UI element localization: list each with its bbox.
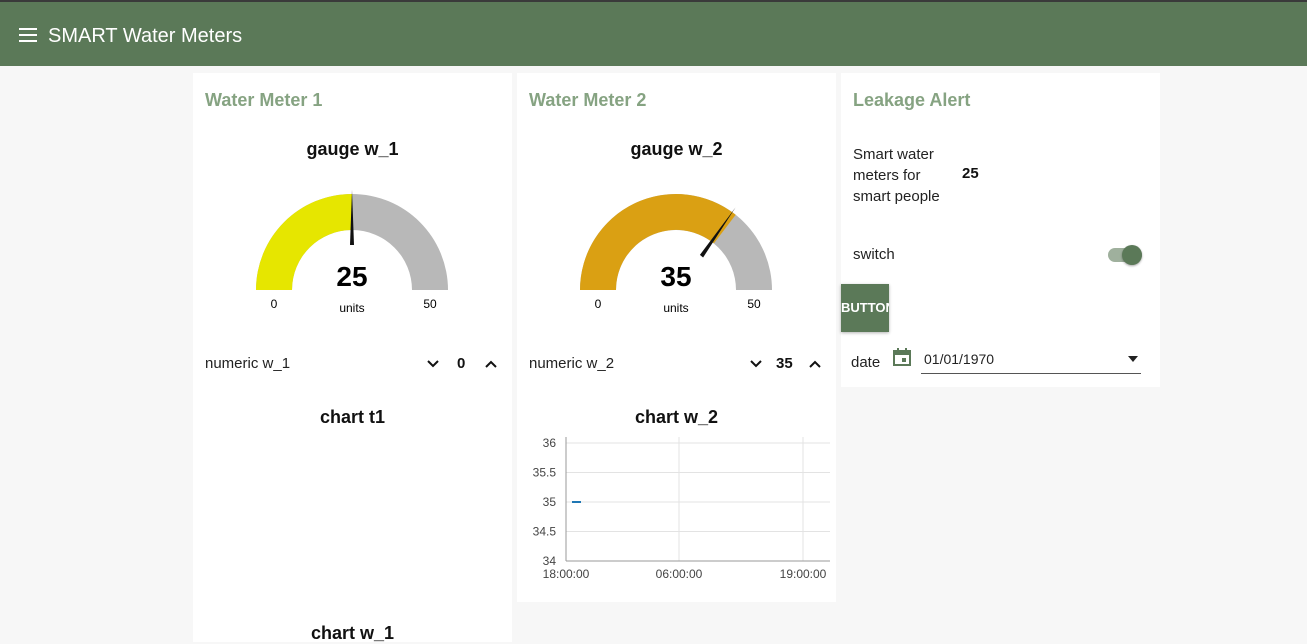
app-header: SMART Water Meters: [0, 0, 1307, 66]
date-input[interactable]: 01/01/1970: [921, 347, 1141, 374]
numeric-label: numeric w_1: [205, 355, 291, 372]
gauge-w1: 25 units 0 50: [256, 190, 448, 315]
button-label: BUTTON: [841, 300, 889, 315]
chevron-down-icon[interactable]: [749, 357, 763, 371]
switch-toggle[interactable]: [1108, 245, 1142, 265]
menu-icon[interactable]: [19, 28, 37, 42]
chevron-down-icon[interactable]: [426, 357, 440, 371]
leakage-alert-card: Leakage Alert Smart water meters for sma…: [841, 73, 1160, 387]
dropdown-arrow-icon[interactable]: [1127, 355, 1139, 363]
y-tick-label: 36: [543, 436, 557, 450]
gauge-max-label: 50: [423, 297, 437, 311]
text-widget-label: Smart water meters for smart people: [853, 144, 940, 207]
switch-label: switch: [853, 246, 895, 263]
text-widget-value: 25: [962, 165, 979, 182]
gauge-units: units: [663, 301, 688, 315]
line-chart-w2: 36 35.5 35 34.5 3418:00:00 06:00:00 19:00:00: [533, 436, 830, 581]
chart-w1-title: chart w_1: [310, 623, 395, 643]
chevron-up-icon[interactable]: [484, 357, 498, 371]
app-title: SMART Water Meters: [48, 25, 243, 47]
gauge-max-label: 50: [747, 297, 761, 311]
text-line: Smart water: [853, 146, 934, 163]
gauge-value: 25: [336, 261, 367, 292]
gauge-value: 35: [660, 261, 691, 292]
card-title: Leakage Alert: [853, 90, 971, 110]
numeric-value: 35: [776, 355, 793, 372]
y-tick-label: 35.5: [533, 466, 557, 480]
gauge-w2: 35 units 0 50: [580, 193, 772, 315]
switch-thumb: [1122, 245, 1142, 265]
x-tick-label: 06:00:00: [656, 567, 703, 581]
water-meter-2-card: Water Meter 2 gauge w_2 35 units 0 50 nu…: [517, 73, 836, 602]
gauge-min-label: 0: [595, 297, 602, 311]
x-tick-label: 19:00:00: [780, 567, 827, 581]
text-line: meters for: [853, 167, 921, 184]
chart-w2-title: chart w_2: [634, 407, 719, 427]
calendar-icon[interactable]: [892, 347, 912, 367]
numeric-label: numeric w_2: [529, 355, 615, 372]
numeric-value: 0: [457, 355, 466, 372]
water-meter-1-card: Water Meter 1 gauge w_1 25 units 0 50 nu…: [193, 73, 512, 643]
y-tick-label: 35: [543, 495, 557, 509]
y-tick-label: 34.5: [533, 525, 557, 539]
date-value: 01/01/1970: [924, 351, 995, 367]
chevron-up-icon[interactable]: [808, 357, 822, 371]
y-tick-label: 34: [543, 554, 557, 568]
text-line: smart people: [853, 188, 940, 205]
button[interactable]: BUTTON: [841, 284, 889, 332]
x-tick-label: 18:00:00: [543, 567, 590, 581]
gauge-min-label: 0: [271, 297, 278, 311]
gauge-units: units: [339, 301, 364, 315]
date-label: date: [851, 354, 881, 371]
chart-t1-title: chart t1: [319, 407, 386, 427]
